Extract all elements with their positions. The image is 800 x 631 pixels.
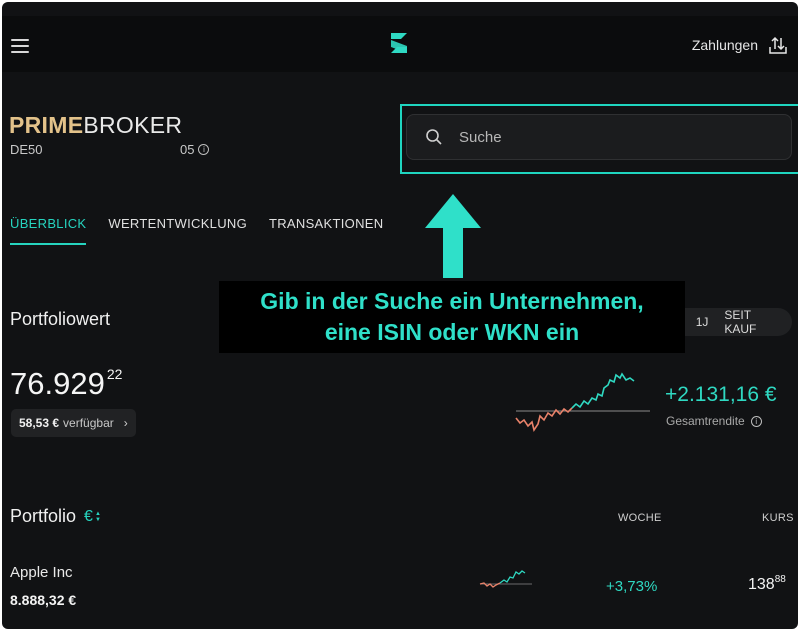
sparkline-positive	[499, 570, 526, 584]
broker-name: PRIMEBROKER	[9, 112, 182, 139]
currency-toggle[interactable]: € ▲ ▼	[84, 508, 101, 526]
info-icon[interactable]: i	[750, 415, 762, 427]
hint-line-2: eine ISIN oder WKN ein	[324, 319, 580, 345]
account-id: DE50	[10, 142, 43, 157]
broker-name-part1: PRIME	[9, 112, 84, 138]
payments-button[interactable]: Zahlungen	[692, 35, 788, 55]
price-cents: 88	[774, 574, 786, 585]
transfer-icon	[769, 36, 787, 54]
portfolio-value-label: Portfoliowert	[10, 309, 111, 329]
position-price: 13888	[748, 574, 786, 594]
tab-transactions[interactable]: TRANSAKTIONEN	[269, 216, 383, 245]
info-icon[interactable]: i	[198, 144, 210, 155]
sort-icon: ▲ ▼	[94, 510, 101, 523]
search-icon	[426, 129, 442, 145]
column-week[interactable]: WOCHE	[618, 512, 662, 524]
account-suffix[interactable]: 05 i	[180, 142, 210, 157]
performance-chart[interactable]	[512, 368, 652, 438]
portfolio-value-cents: 22	[106, 366, 123, 382]
chevron-right-icon: ›	[123, 416, 128, 430]
search-box[interactable]	[406, 114, 792, 160]
payments-label: Zahlungen	[691, 37, 758, 53]
portfolio-label: Portfolio	[10, 506, 77, 526]
total-return-label: Gesamtrendite	[666, 414, 745, 428]
broker-name-part2: BROKER	[83, 112, 183, 138]
arrow-up-icon	[425, 194, 481, 278]
app-logo-icon	[391, 33, 407, 53]
currency-symbol: €	[84, 507, 93, 525]
top-bar: Zahlungen	[2, 16, 798, 72]
account-suffix-text: 05	[180, 142, 195, 157]
range-1y[interactable]: 1J	[689, 311, 716, 333]
table-row[interactable]: Apple Inc 8.888,32 € +3,73% 13888	[2, 552, 798, 622]
total-return: Gesamtrendite i	[666, 414, 762, 428]
available-cash-button[interactable]: 58,53 € verfügbar ›	[11, 409, 136, 437]
tab-performance[interactable]: WERTENTWICKLUNG	[108, 216, 247, 245]
portfolio-value: 76.929 22	[10, 366, 122, 402]
tab-overview[interactable]: ÜBERBLICK	[10, 216, 87, 245]
available-amount: 58,53 €	[19, 416, 60, 430]
column-price[interactable]: KURS	[762, 512, 794, 524]
portfolio-value-main: 76.929	[10, 366, 105, 401]
position-name: Apple Inc	[10, 564, 73, 581]
app-window: Zahlungen PRIMEBROKER DE50 05 i ÜBERBLIC…	[2, 2, 798, 629]
price-main: 138	[748, 576, 775, 593]
chart-line-positive	[571, 372, 635, 409]
position-change: +3,73%	[606, 578, 658, 595]
tab-bar: ÜBERBLICK WERTENTWICKLUNG TRANSAKTIONEN	[10, 216, 383, 245]
portfolio-header: Portfolio € ▲ ▼	[10, 506, 101, 527]
menu-icon[interactable]	[11, 39, 29, 53]
sparkline	[479, 570, 532, 588]
search-input[interactable]	[459, 128, 759, 146]
available-label: verfügbar	[63, 416, 114, 430]
sparkline-negative	[479, 582, 501, 588]
hint-overlay: Gib in der Suche ein Unternehmen, eine I…	[219, 281, 685, 353]
position-amount: 8.888,32 €	[10, 592, 77, 608]
range-since-purchase[interactable]: SEIT KAUF	[717, 304, 792, 340]
hint-line-1: Gib in der Suche ein Unternehmen,	[260, 288, 644, 314]
total-return-value: +2.131,16 €	[665, 383, 777, 406]
